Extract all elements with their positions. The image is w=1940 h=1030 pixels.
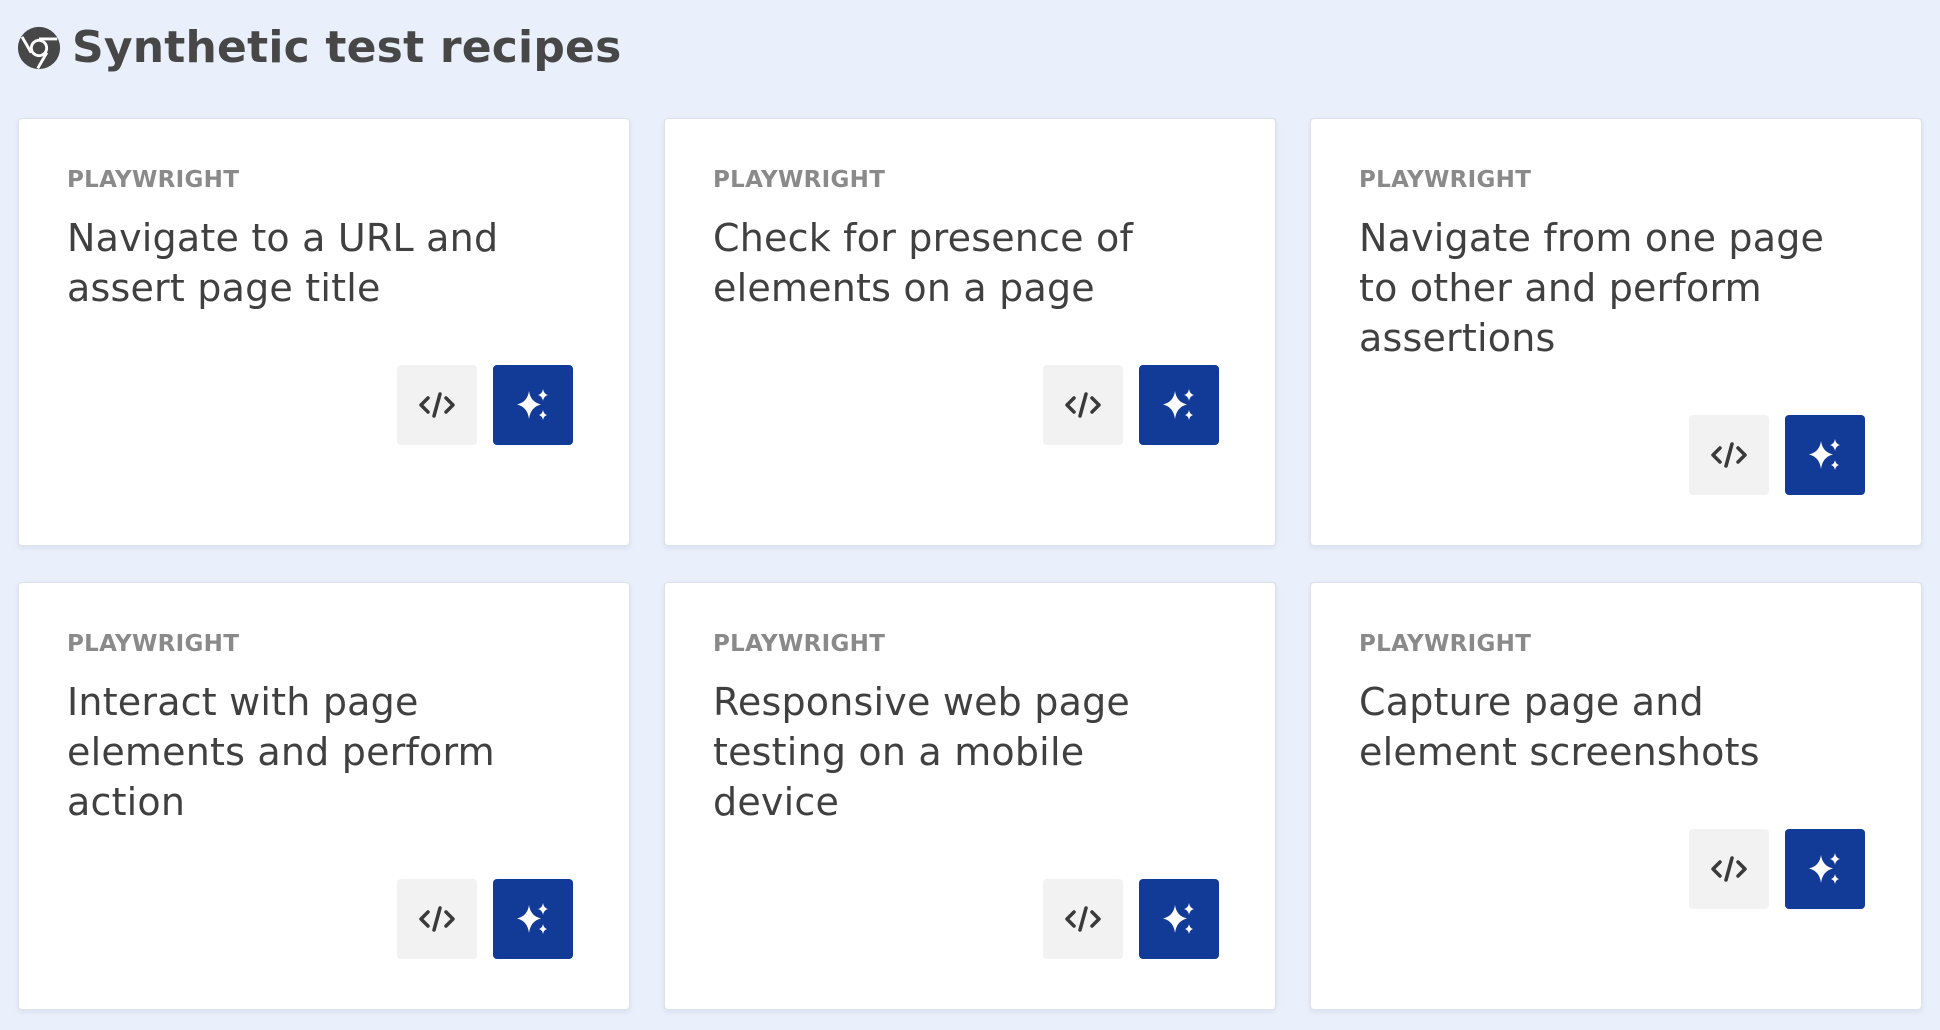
recipe-actions	[1359, 415, 1873, 495]
recipe-actions	[713, 879, 1227, 959]
sparkles-icon	[1809, 853, 1840, 884]
recipe-card: PLAYWRIGHT Check for presence of element…	[664, 118, 1276, 546]
recipe-kicker: PLAYWRIGHT	[67, 167, 240, 193]
code-icon	[1711, 442, 1747, 468]
recipe-actions	[1359, 829, 1873, 909]
page-header: Synthetic test recipes	[16, 22, 621, 73]
code-icon	[1065, 392, 1101, 418]
sparkles-icon	[517, 903, 548, 934]
ai-generate-button[interactable]	[493, 365, 573, 445]
recipe-kicker: PLAYWRIGHT	[1359, 167, 1532, 193]
view-code-button[interactable]	[1043, 879, 1123, 959]
recipe-title: Navigate from one page to other and perf…	[1359, 216, 1825, 360]
ai-generate-button[interactable]	[1785, 829, 1865, 909]
ai-generate-button[interactable]	[1139, 365, 1219, 445]
recipe-grid: PLAYWRIGHT Navigate to a URL and assert …	[18, 118, 1922, 1010]
view-code-button[interactable]	[1689, 415, 1769, 495]
recipe-kicker: PLAYWRIGHT	[713, 631, 886, 657]
code-icon	[419, 906, 455, 932]
recipe-actions	[713, 365, 1227, 445]
recipe-title: Check for presence of elements on a page	[713, 216, 1134, 310]
sparkles-icon	[517, 389, 548, 420]
recipe-card: PLAYWRIGHT Navigate to a URL and assert …	[18, 118, 630, 546]
recipe-title: Capture page and element screenshots	[1359, 680, 1760, 774]
recipe-title: Responsive web page testing on a mobile …	[713, 680, 1130, 824]
recipe-title: Interact with page elements and perform …	[67, 680, 495, 824]
recipe-kicker: PLAYWRIGHT	[1359, 631, 1532, 657]
view-code-button[interactable]	[397, 879, 477, 959]
code-icon	[419, 392, 455, 418]
code-icon	[1711, 856, 1747, 882]
recipe-card: PLAYWRIGHT Interact with page elements a…	[18, 582, 630, 1010]
code-icon	[1065, 906, 1101, 932]
recipe-card: PLAYWRIGHT Responsive web page testing o…	[664, 582, 1276, 1010]
sparkles-icon	[1809, 439, 1840, 470]
recipe-kicker: PLAYWRIGHT	[713, 167, 886, 193]
page-title: Synthetic test recipes	[72, 22, 622, 73]
recipe-kicker: PLAYWRIGHT	[67, 631, 240, 657]
sparkles-icon	[1163, 903, 1194, 934]
view-code-button[interactable]	[397, 365, 477, 445]
recipe-card: PLAYWRIGHT Capture page and element scre…	[1310, 582, 1922, 1010]
recipe-title: Navigate to a URL and assert page title	[67, 216, 499, 310]
recipe-card: PLAYWRIGHT Navigate from one page to oth…	[1310, 118, 1922, 546]
ai-generate-button[interactable]	[1139, 879, 1219, 959]
recipe-actions	[67, 365, 581, 445]
ai-generate-button[interactable]	[1785, 415, 1865, 495]
sparkles-icon	[1163, 389, 1194, 420]
view-code-button[interactable]	[1689, 829, 1769, 909]
recipe-actions	[67, 879, 581, 959]
chrome-icon	[17, 26, 61, 69]
view-code-button[interactable]	[1043, 365, 1123, 445]
ai-generate-button[interactable]	[493, 879, 573, 959]
